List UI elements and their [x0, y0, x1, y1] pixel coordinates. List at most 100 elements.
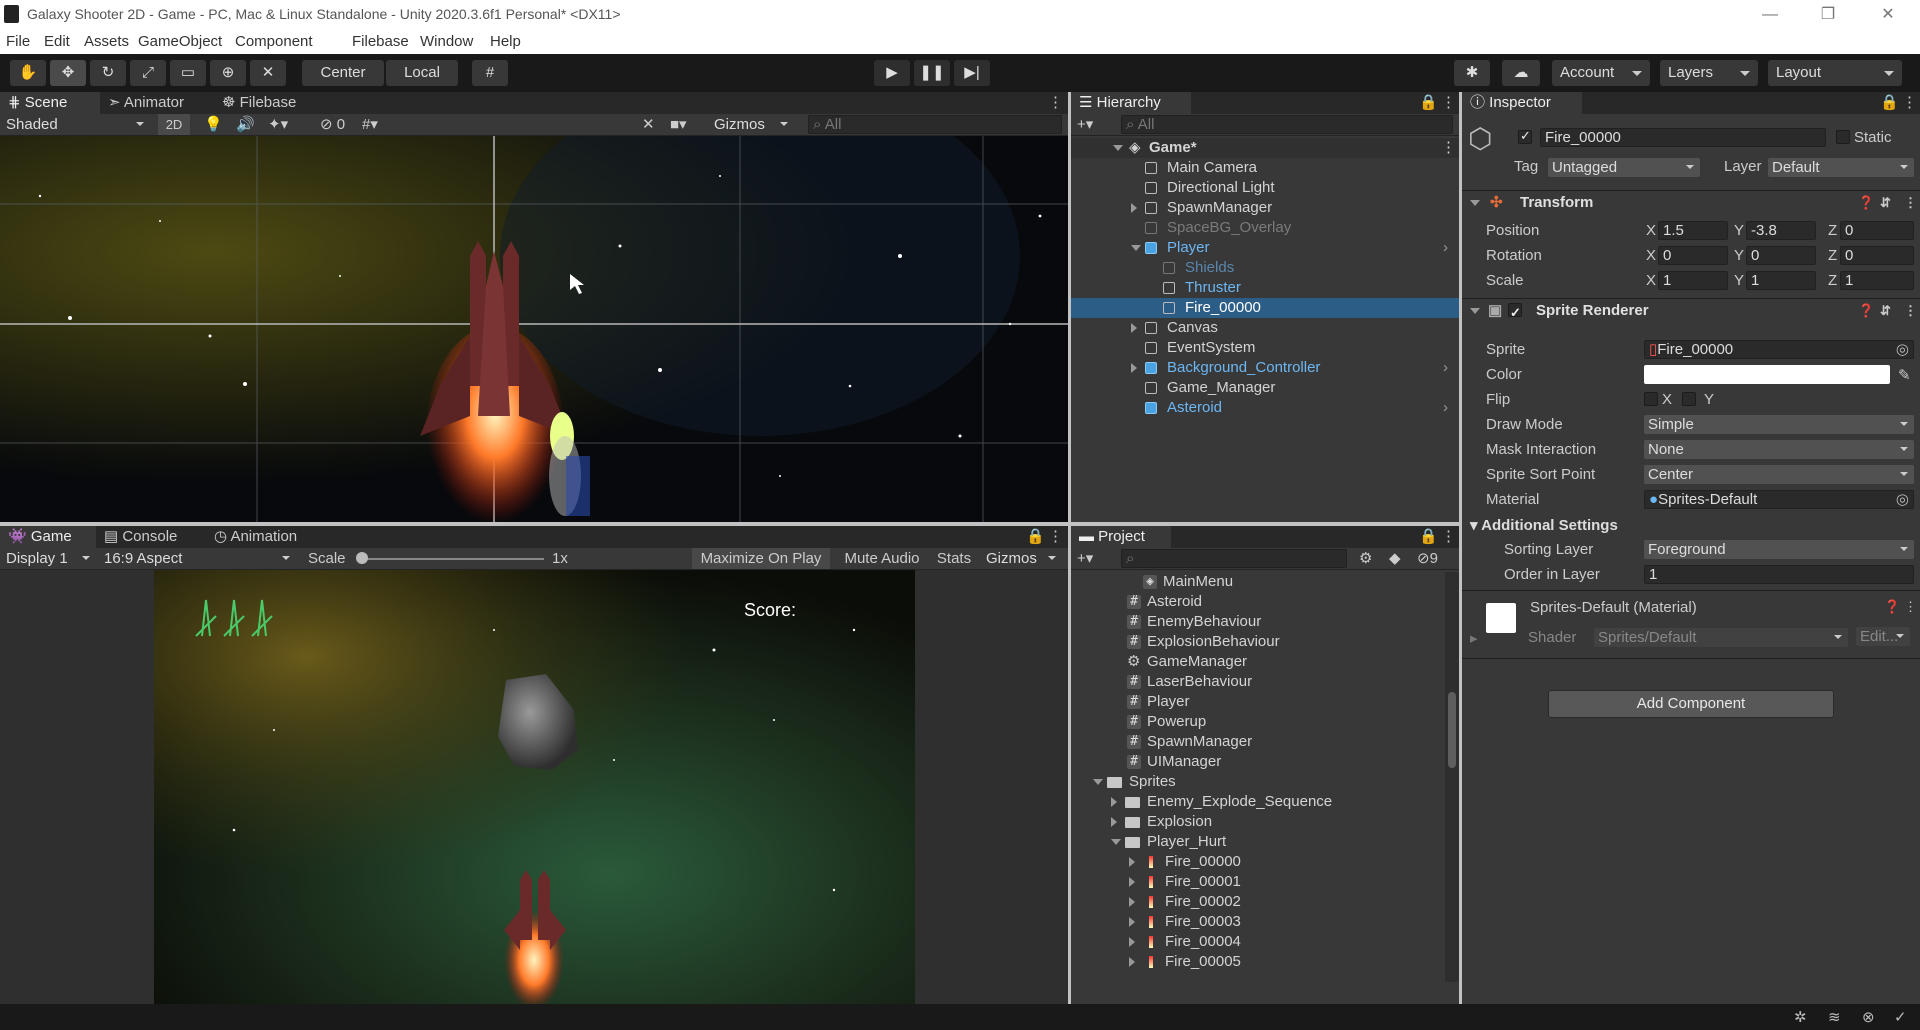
collapse-arrow-icon[interactable]: [1470, 308, 1480, 314]
stats-toggle[interactable]: Stats: [932, 548, 976, 569]
menu-gameobject[interactable]: GameObject: [138, 33, 222, 50]
grid-icon[interactable]: #▾: [362, 114, 378, 135]
scale-y-field[interactable]: 1: [1746, 271, 1816, 290]
pivot-center-button[interactable]: Center: [302, 60, 384, 86]
expand-arrow-icon[interactable]: [1113, 145, 1123, 151]
menu-assets[interactable]: Assets: [84, 33, 129, 50]
close-icon[interactable]: ✕: [1860, 2, 1916, 28]
hierarchy-item-shields[interactable]: Shields: [1071, 258, 1459, 278]
tab-animation[interactable]: ◷ Animation: [206, 526, 326, 548]
project-item[interactable]: # Asteroid: [1071, 592, 1443, 612]
hierarchy-item-main-camera[interactable]: Main Camera: [1071, 158, 1459, 178]
inspector-menu-icon[interactable]: ⋮: [1894, 92, 1917, 114]
project-lock-icon[interactable]: 🔒: [1411, 526, 1438, 548]
hierarchy-item-asteroid[interactable]: Asteroid ›: [1071, 398, 1459, 418]
material-field[interactable]: ●Sprites-Default ◎: [1644, 490, 1914, 509]
hierarchy-lock-icon[interactable]: 🔒: [1411, 92, 1438, 114]
hierarchy-item-game-manager[interactable]: Game_Manager: [1071, 378, 1459, 398]
expand-arrow-icon[interactable]: [1131, 203, 1137, 213]
play-icon[interactable]: ▶: [874, 60, 910, 86]
project-menu-icon[interactable]: ⋮: [1433, 526, 1456, 548]
hierarchy-add-icon[interactable]: +▾: [1077, 114, 1093, 135]
scrollbar-thumb[interactable]: [1448, 692, 1456, 768]
sprite-field[interactable]: ▯Fire_00000 ◎: [1644, 340, 1914, 359]
project-item[interactable]: # ExplosionBehaviour: [1071, 632, 1443, 652]
auto-generate-icon[interactable]: ⊗: [1862, 1008, 1875, 1026]
sprite-renderer-header[interactable]: ▣ Sprite Renderer ❓ ⇵ ⋮: [1462, 298, 1920, 325]
tab-filebase[interactable]: ☸ Filebase: [214, 92, 324, 114]
presets-icon[interactable]: ⇵: [1880, 299, 1891, 323]
expand-arrow-icon[interactable]: ▸: [1470, 629, 1478, 647]
aspect-dropdown[interactable]: 16:9 Aspect: [100, 549, 296, 568]
hierarchy-item-fire-00000[interactable]: Fire_00000: [1071, 298, 1459, 318]
scale-tool-icon[interactable]: ⤢: [130, 60, 166, 86]
check-icon[interactable]: ✓: [1894, 1008, 1907, 1026]
shader-edit-button[interactable]: Edit...: [1856, 627, 1910, 646]
scale-z-field[interactable]: 1: [1840, 271, 1914, 290]
chevron-right-icon[interactable]: ›: [1443, 238, 1448, 258]
game-menu-icon[interactable]: ⋮: [1040, 526, 1063, 548]
menu-edit[interactable]: Edit: [44, 33, 70, 50]
hierarchy-search-input[interactable]: ⌕ All: [1121, 115, 1453, 134]
minimize-icon[interactable]: —: [1742, 2, 1798, 28]
hierarchy-menu-icon[interactable]: ⋮: [1433, 92, 1456, 114]
expand-arrow-icon[interactable]: [1129, 917, 1135, 927]
project-item[interactable]: ⚙ GameManager: [1071, 652, 1443, 672]
tab-animator[interactable]: ➣ Animator: [100, 92, 210, 114]
maximize-on-play-toggle[interactable]: Maximize On Play: [692, 548, 830, 569]
chevron-right-icon[interactable]: ›: [1443, 398, 1448, 418]
display-dropdown[interactable]: Display 1: [2, 549, 96, 568]
menu-window[interactable]: Window: [420, 33, 473, 50]
expand-arrow-icon[interactable]: [1129, 857, 1135, 867]
project-sprite[interactable]: Fire_00000: [1071, 852, 1443, 872]
object-name-field[interactable]: Fire_00000: [1540, 128, 1826, 147]
component-menu-icon[interactable]: ⋮: [1904, 191, 1917, 215]
sprite-renderer-enabled-checkbox[interactable]: [1508, 301, 1522, 325]
hierarchy-item-spacebg-overlay[interactable]: SpaceBG_Overlay: [1071, 218, 1459, 238]
menu-file[interactable]: File: [6, 33, 30, 50]
static-checkbox[interactable]: [1836, 130, 1850, 144]
project-sprite[interactable]: Fire_00003: [1071, 912, 1443, 932]
hierarchy-item-thruster[interactable]: Thruster: [1071, 278, 1459, 298]
color-swatch[interactable]: [1644, 365, 1890, 384]
object-picker-icon[interactable]: ◎: [1896, 491, 1909, 508]
tools-icon[interactable]: ✕: [642, 114, 655, 135]
mask-interaction-dropdown[interactable]: None: [1644, 440, 1914, 459]
component-menu-icon[interactable]: ⋮: [1904, 299, 1917, 323]
pivot-local-button[interactable]: Local: [386, 60, 458, 86]
rect-tool-icon[interactable]: ▭: [170, 60, 206, 86]
draw-mode-dropdown[interactable]: Simple: [1644, 415, 1914, 434]
game-view[interactable]: Score:: [154, 570, 915, 1004]
pause-icon[interactable]: ❚❚: [914, 60, 950, 86]
account-dropdown[interactable]: Account: [1552, 60, 1650, 86]
material-menu-icon[interactable]: ⋮: [1904, 599, 1917, 615]
lighting-icon[interactable]: 💡: [204, 114, 223, 135]
scene-root-menu-icon[interactable]: ⋮: [1441, 138, 1456, 158]
eyedropper-icon[interactable]: ✎: [1898, 366, 1911, 384]
expand-arrow-icon[interactable]: [1131, 363, 1137, 373]
audio-icon[interactable]: 🔊: [236, 114, 255, 135]
scene-menu-icon[interactable]: ⋮: [1040, 92, 1063, 114]
sprite-sort-point-dropdown[interactable]: Center: [1644, 465, 1914, 484]
scale-slider-track[interactable]: [360, 558, 544, 560]
layer-dropdown[interactable]: Default: [1768, 158, 1914, 177]
hierarchy-item-spawnmanager[interactable]: SpawnManager: [1071, 198, 1459, 218]
flip-x-checkbox[interactable]: [1644, 392, 1658, 406]
expand-arrow-icon[interactable]: [1111, 839, 1121, 845]
expand-arrow-icon[interactable]: [1129, 937, 1135, 947]
project-scrollbar[interactable]: [1445, 572, 1459, 982]
camera-icon[interactable]: ■▾: [670, 114, 687, 135]
project-item[interactable]: # EnemyBehaviour: [1071, 612, 1443, 632]
collab-icon[interactable]: ✱: [1454, 60, 1490, 86]
project-item[interactable]: # Player: [1071, 692, 1443, 712]
effects-icon[interactable]: ✦▾: [268, 114, 288, 135]
collapse-arrow-icon[interactable]: [1470, 200, 1480, 206]
filter-type-icon[interactable]: ⚙: [1359, 548, 1372, 569]
hierarchy-item-player[interactable]: Player ›: [1071, 238, 1459, 258]
hidden-packages-icon[interactable]: ⊘9: [1417, 548, 1438, 569]
tab-game[interactable]: 👾 Game: [0, 526, 96, 548]
transform-tool-icon[interactable]: ⊕: [210, 60, 246, 86]
expand-arrow-icon[interactable]: [1111, 797, 1117, 807]
order-in-layer-field[interactable]: 1: [1644, 565, 1914, 584]
game-lock-icon[interactable]: 🔒: [1018, 526, 1045, 548]
